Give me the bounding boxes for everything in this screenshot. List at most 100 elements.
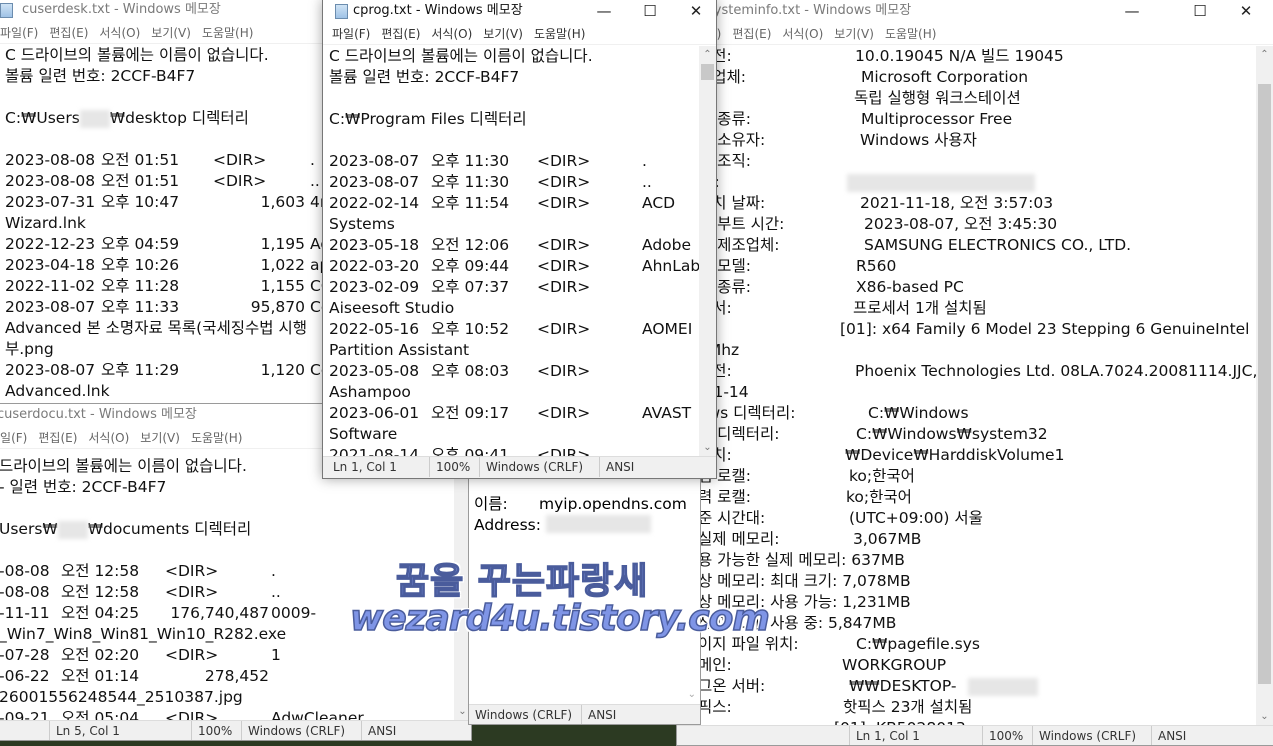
scroll-down-icon[interactable]: ⌄ — [699, 439, 716, 456]
maximize-button[interactable]: ☐ — [1177, 0, 1223, 24]
text-area[interactable]: 드라이브의 볼륨에는 이름이 없습니다. - 일련 번호: 2CCF-B4F7 Us… — [0, 450, 454, 720]
sysinfo-row: 픽스: 핫픽스 23개 설치됨 — [698, 697, 1256, 718]
close-button[interactable]: ✕ — [1223, 0, 1269, 24]
vertical-scrollbar[interactable]: ⌃ ⌄ — [1256, 46, 1273, 725]
menu-format[interactable]: 서식(O) — [431, 25, 472, 42]
dir-suffix: ₩documents 디렉터리 — [87, 520, 252, 538]
sysinfo-row: [01]: KB5028013 — [698, 718, 1256, 725]
menu-edit[interactable]: 편집(E) — [49, 24, 88, 41]
entry-size: 1,022 — [260, 256, 305, 274]
dir-suffix: ₩desktop 디렉터리 — [109, 109, 249, 127]
entry-time: 오후 11:30 — [431, 152, 510, 170]
entry-time: 오전 01:51 — [101, 151, 180, 169]
scroll-down-icon[interactable]: ⌄ — [1256, 708, 1273, 725]
entry-date: 2023-06-01 — [329, 404, 420, 422]
scroll-down-icon[interactable]: ⌄ — [688, 689, 696, 700]
entry-name: AOMEI — [642, 320, 693, 338]
scroll-up-icon[interactable]: ⌃ — [1256, 46, 1273, 63]
menu-view[interactable]: 보기(V) — [483, 25, 523, 42]
file-name-continuation: Software — [329, 425, 398, 443]
menu-view[interactable]: 보기(V) — [151, 24, 191, 41]
sysinfo-value: Microsoft Corporation — [861, 68, 1029, 86]
entry-name: AVAST — [642, 404, 692, 422]
menu-help[interactable]: 도움말(H) — [202, 24, 254, 41]
entry-size: 1,603 — [260, 193, 305, 211]
entry-time: 오후 09:44 — [431, 257, 510, 275]
scroll-thumb[interactable] — [1258, 84, 1271, 684]
menu-bar: 파일(F)편집(E)서식(O)보기(V)도움말(H) — [677, 25, 1273, 45]
status-encoding: ANSI — [361, 721, 396, 740]
vertical-scrollbar[interactable]: ⌃ ⌄ — [699, 46, 716, 456]
menu-edit[interactable]: 편집(E) — [38, 429, 77, 446]
sysinfo-label: 그온 서버: — [698, 677, 766, 695]
entry-dir-tag: <DIR> — [537, 404, 591, 422]
menu-file[interactable]: 파일(F) — [0, 24, 38, 41]
menu-format[interactable]: 서식(O) — [782, 25, 823, 42]
menu-edit[interactable]: 편집(E) — [381, 25, 420, 42]
sysinfo-value: [01]: KB5028013 — [834, 718, 966, 725]
menu-edit[interactable]: 편집(E) — [732, 25, 771, 42]
dir-entry-row: -07-28 오전 02:20 <DIR> 1 — [0, 645, 454, 666]
sysinfo-value: 프로세서 1개 설치됨 — [853, 299, 987, 317]
menu-view[interactable]: 보기(V) — [140, 429, 180, 446]
text-area[interactable]: C 드라이브의 볼륨에는 이름이 없습니다. 볼륨 일련 번호: 2CCF-B4… — [323, 46, 699, 456]
menu-file[interactable]: 파일(F) — [0, 429, 27, 446]
menu-format[interactable]: 서식(O) — [88, 429, 129, 446]
menu-view[interactable]: 보기(V) — [834, 25, 874, 42]
maximize-button[interactable]: ☐ — [627, 0, 673, 24]
sysinfo-row: 템 종류: X86-based PC — [698, 277, 1256, 298]
entry-date: -07-28 — [0, 646, 50, 664]
entry-name: 1 — [271, 646, 281, 664]
sysinfo-row: 템 로캘: ko;한국어 — [698, 466, 1256, 487]
entry-dir-tag: <DIR> — [165, 709, 219, 720]
dir-entry-row: 2023-08-07 오후 11:30 <DIR>. — [329, 151, 699, 172]
dir-entry-row: 2023-08-07 오후 11:30 <DIR>.. — [329, 172, 699, 193]
entry-dir-tag: <DIR> — [537, 152, 591, 170]
menu-help[interactable]: 도움말(H) — [534, 25, 586, 42]
file-name-continuation: Ashampoo — [329, 383, 411, 401]
file-name-continuation: _Win7_Win8_Win81_Win10_R282.exe — [0, 625, 287, 643]
scroll-up-icon[interactable]: ⌃ — [699, 46, 716, 63]
entry-time: 오후 11:30 — [431, 173, 510, 191]
status-encoding: ANSI — [1151, 726, 1186, 745]
sysinfo-row: 템 제조업체: SAMSUNG ELECTRONICS CO., LTD. — [698, 235, 1256, 256]
minimize-button[interactable]: — — [581, 0, 627, 24]
entry-date: 2023-08-07 — [329, 173, 420, 191]
entry-name: . — [271, 562, 276, 580]
dir-entry-row: -06-22 오전 01:14 278,452 — [0, 666, 454, 687]
entry-dir-tag: <DIR> — [165, 583, 219, 601]
menu-help[interactable]: 도움말(H) — [191, 429, 243, 446]
entry-date: 2022-12-23 — [5, 235, 96, 253]
text-line: - 일련 번호: 2CCF-B4F7 — [0, 478, 167, 496]
entry-name: Adobe — [642, 236, 692, 254]
entry-size: 176,740,487 — [170, 604, 269, 622]
entry-date: 2023-04-18 — [5, 256, 96, 274]
minimize-button[interactable]: — — [1109, 0, 1155, 24]
status-bar: Ln 1, Col 1 100% Windows (CRLF) ANSI — [323, 456, 716, 478]
file-name-continuation: Systems — [329, 215, 395, 233]
text-line: 드라이브의 볼륨에는 이름이 없습니다. — [0, 457, 247, 475]
entry-name: 0009- — [271, 604, 317, 622]
redacted-username — [57, 520, 88, 539]
sysinfo-label: 픽스: — [698, 698, 732, 716]
entry-dir-tag: <DIR> — [537, 446, 591, 456]
entry-date: 2023-08-07 — [5, 298, 96, 316]
menu-format[interactable]: 서식(O) — [99, 24, 140, 41]
file-name-continuation: Aiseesoft Studio — [329, 299, 455, 317]
entry-dir-tag: <DIR> — [537, 173, 591, 191]
menu-file[interactable]: 파일(F) — [332, 25, 370, 42]
file-name-continuation: Advanced 본 소명자료 목록(국세징수법 시행 — [5, 319, 307, 337]
notepad-window-cprog[interactable]: cprog.txt - Windows 메모장 — ☐ ✕ 파일(F) 편집(E)… — [322, 0, 717, 479]
sysinfo-row: 이지 파일 위치: C:₩pagefile.sys — [698, 634, 1256, 655]
menu-help[interactable]: 도움말(H) — [885, 25, 937, 42]
status-encoding: ANSI — [581, 705, 616, 724]
entry-name: .. — [310, 172, 320, 190]
scroll-thumb[interactable] — [701, 64, 714, 80]
sysinfo-row: 실제 메모리: 3,067MB — [698, 529, 1256, 550]
close-button[interactable]: ✕ — [673, 0, 716, 24]
text-line: C 드라이브의 볼륨에는 이름이 없습니다. — [5, 46, 269, 64]
sysinfo-row: 버전:10.0.19045 N/A 빌드 19045 — [698, 46, 1256, 67]
entry-date: 2023-07-31 — [5, 193, 96, 211]
sysinfo-value: (UTC+09:00) 서울 — [849, 509, 983, 527]
entry-name: .. — [271, 583, 281, 601]
